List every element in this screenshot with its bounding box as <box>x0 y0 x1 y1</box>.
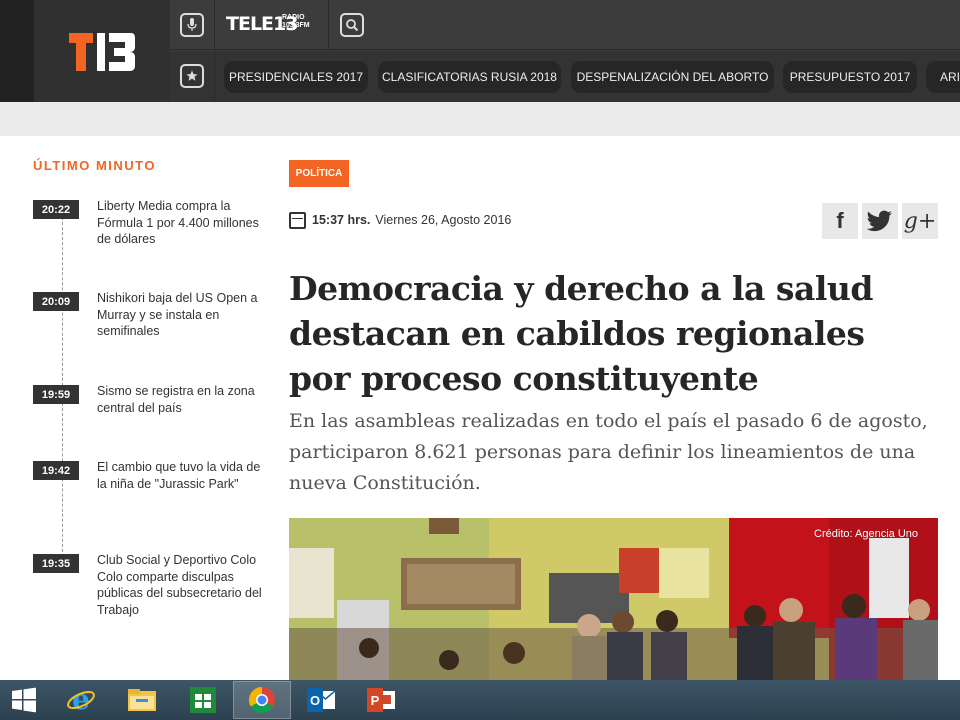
twitter-share-button[interactable] <box>862 203 898 239</box>
facebook-share-button[interactable]: f <box>822 203 858 239</box>
category-tag[interactable]: POLÍTICA <box>289 160 349 187</box>
header-separator <box>328 0 329 50</box>
nav-pill-despenalizacion[interactable]: DESPENALIZACIÓN DEL ABORTO <box>571 61 774 93</box>
article-time: 15:37 hrs. <box>312 213 371 227</box>
facebook-icon: f <box>836 208 844 233</box>
nav-pill-clasificatorias[interactable]: CLASIFICATORIAS RUSIA 2018 <box>378 61 561 93</box>
radio-sub-line1: RADIO <box>282 14 305 21</box>
time-badge: 20:09 <box>33 292 79 311</box>
ultimo-minuto-title: ÚLTIMO MINUTO <box>33 158 157 173</box>
article-lead: En las asambleas realizadas en todo el p… <box>289 410 928 494</box>
taskbar-chrome[interactable] <box>233 681 291 719</box>
header-separator <box>214 0 215 50</box>
file-explorer-icon <box>128 689 156 711</box>
outlook-icon: O <box>307 688 336 712</box>
photo-credit: Crédito: Agencia Uno <box>814 528 918 540</box>
svg-text:P: P <box>371 693 380 708</box>
site-logo[interactable] <box>34 0 170 102</box>
time-badge: 20:22 <box>33 200 79 219</box>
ad-band <box>0 102 960 136</box>
header-top-row: TELE13 RADIO 103.3FM <box>170 0 960 50</box>
time-badge: 19:42 <box>33 461 79 480</box>
taskbar-file-explorer[interactable] <box>113 681 171 719</box>
time-badge: 19:59 <box>33 385 79 404</box>
site-header: TELE13 RADIO 103.3FM PRESIDENCIALES 2017… <box>0 0 960 102</box>
taskbar-outlook[interactable]: O <box>292 681 350 719</box>
taskbar-powerpoint[interactable]: P <box>352 681 410 719</box>
news-headline[interactable]: Sismo se registra en la zona central del… <box>97 383 267 416</box>
radio-frequency: RADIO 103.3FM <box>282 14 310 30</box>
taskbar-store[interactable] <box>174 681 232 719</box>
article-date-row: 15:37 hrs. Viernes 26, Agosto 2016 <box>289 211 511 229</box>
google-plus-icon: g+ <box>903 208 937 234</box>
article-date: Viernes 26, Agosto 2016 <box>375 213 512 227</box>
powerpoint-icon: P <box>367 688 395 712</box>
store-icon <box>190 687 216 713</box>
news-headline[interactable]: Club Social y Deportivo Colo Colo compar… <box>97 552 267 618</box>
internet-explorer-icon: e <box>67 685 95 715</box>
google-plus-share-button[interactable]: g+ <box>902 203 938 239</box>
article-photo[interactable]: Crédito: Agencia Uno <box>289 518 938 680</box>
calendar-icon <box>289 211 306 229</box>
time-badge: 19:35 <box>33 554 79 573</box>
svg-text:O: O <box>310 693 320 708</box>
search-icon[interactable] <box>340 13 364 37</box>
taskbar-internet-explorer[interactable]: e <box>52 681 110 719</box>
svg-text:e: e <box>72 685 90 715</box>
header-left-strip <box>0 0 34 102</box>
nav-pill-overflow[interactable]: ARI <box>926 61 960 93</box>
t13-logo-icon <box>69 33 135 71</box>
star-icon[interactable] <box>180 64 204 88</box>
microphone-icon[interactable] <box>180 13 204 37</box>
twitter-icon <box>867 210 892 232</box>
radio-sub-line2: 103.3FM <box>282 22 310 29</box>
nav-pill-presupuesto[interactable]: PRESUPUESTO 2017 <box>783 61 917 93</box>
article-headline: Democracia y derecho a la salud destacan… <box>289 269 873 398</box>
news-headline[interactable]: Nishikori baja del US Open a Murray y se… <box>97 290 267 340</box>
header-separator <box>214 51 215 101</box>
start-icon <box>12 687 36 713</box>
nav-pill-presidenciales[interactable]: PRESIDENCIALES 2017 <box>224 61 368 93</box>
news-headline[interactable]: El cambio que tuvo la vida de la niña de… <box>97 459 267 492</box>
chrome-icon <box>248 686 275 714</box>
start-button[interactable] <box>0 681 48 719</box>
cabildo-photo-illustration <box>289 518 938 680</box>
news-headline[interactable]: Liberty Media compra la Fórmula 1 por 4.… <box>97 198 267 248</box>
